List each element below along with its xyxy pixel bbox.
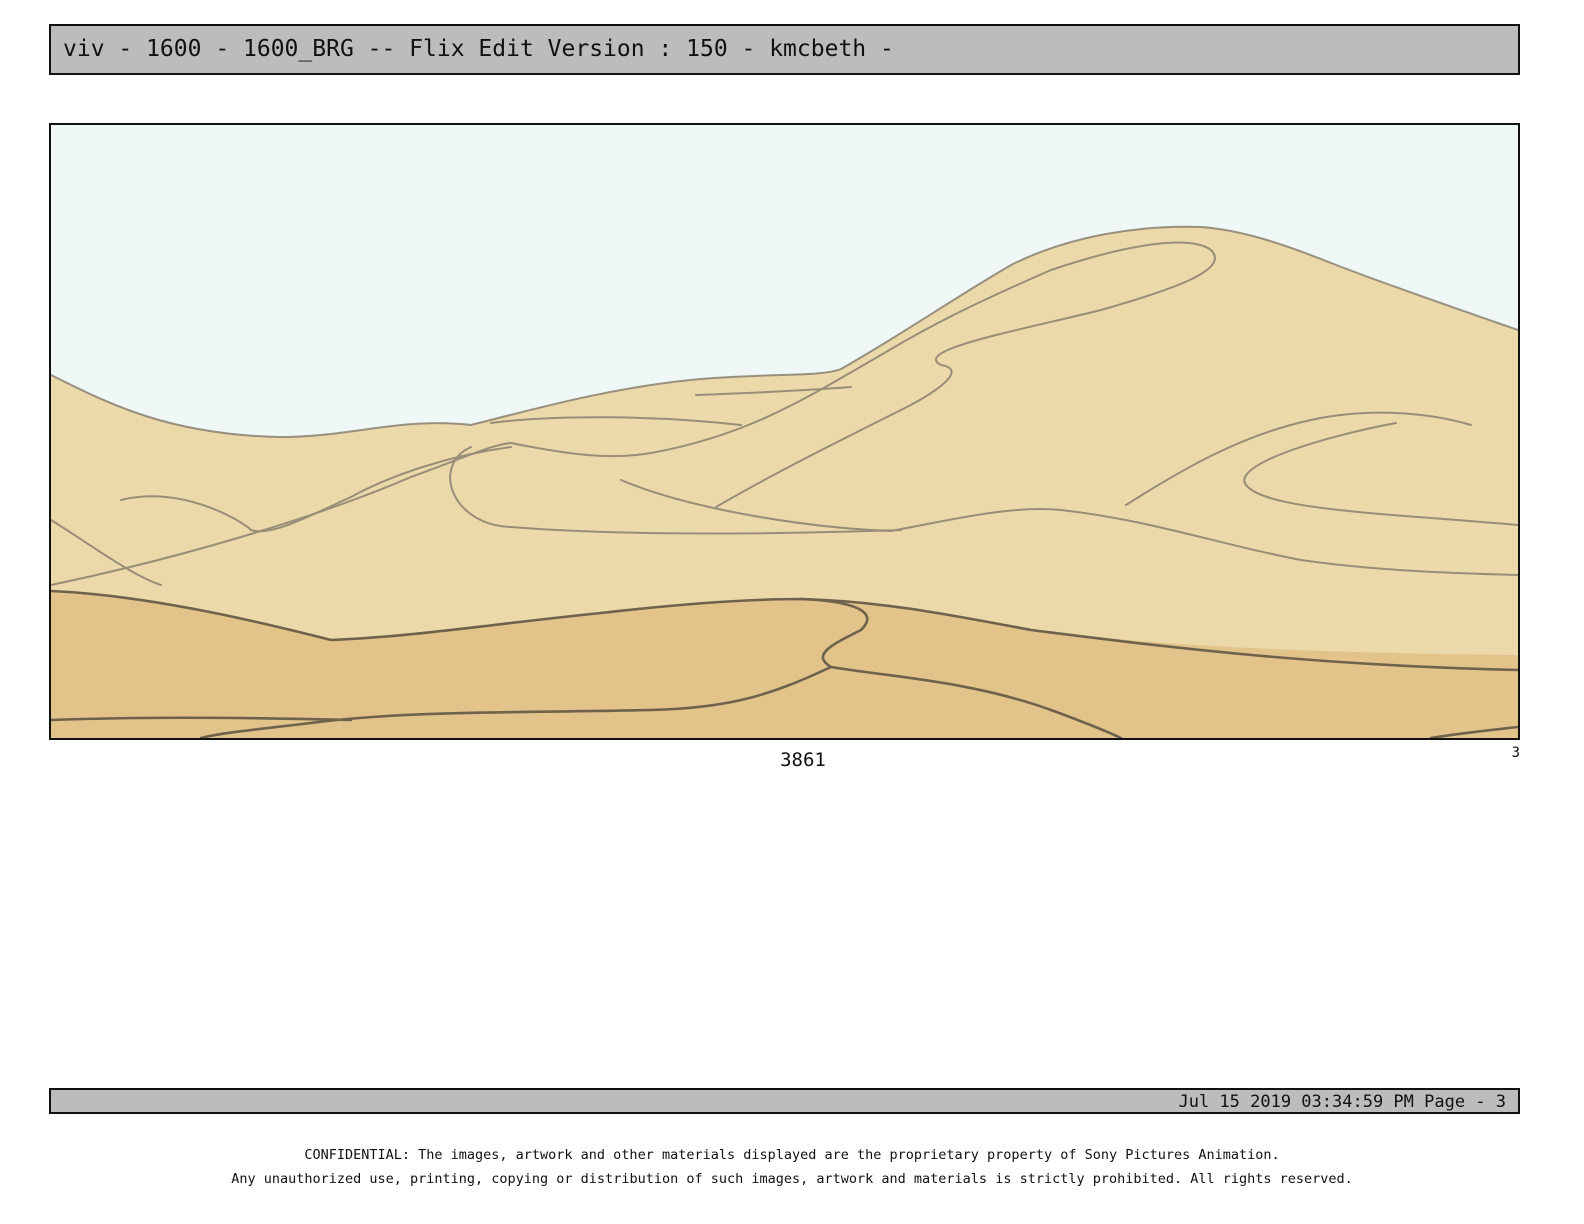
confidential-line-1: CONFIDENTIAL: The images, artwork and ot… xyxy=(304,1147,1280,1163)
panel-number: 3861 xyxy=(780,749,826,771)
page-marker: 3 xyxy=(1511,745,1520,761)
footer-bar: Jul 15 2019 03:34:59 PM Page - 3 xyxy=(49,1088,1520,1114)
footer-timestamp: Jul 15 2019 03:34:59 PM Page - 3 xyxy=(1178,1092,1506,1112)
storyboard-panel xyxy=(49,123,1520,740)
header-bar: viv - 1600 - 1600_BRG -- Flix Edit Versi… xyxy=(49,24,1520,75)
panel-artwork xyxy=(51,125,1518,738)
confidential-line-2: Any unauthorized use, printing, copying … xyxy=(231,1171,1353,1187)
page-title: viv - 1600 - 1600_BRG -- Flix Edit Versi… xyxy=(63,36,894,62)
confidential-notice: CONFIDENTIAL: The images, artwork and ot… xyxy=(0,1143,1584,1191)
